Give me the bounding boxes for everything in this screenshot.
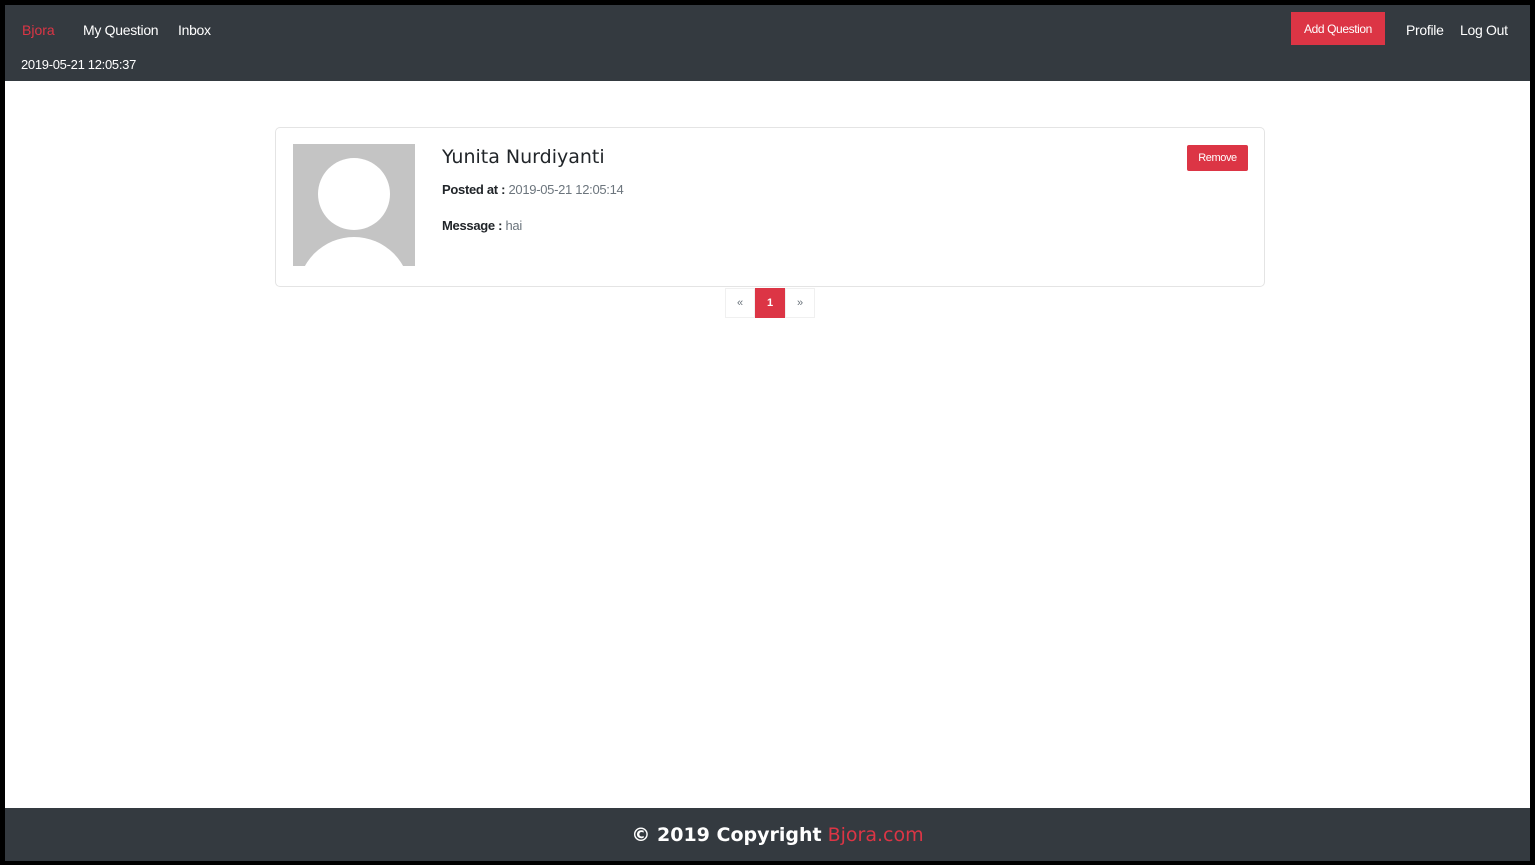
pagination: « 1 »: [725, 288, 815, 318]
avatar-head-shape: [318, 158, 390, 230]
nav-logout-link[interactable]: Log Out: [1460, 22, 1508, 38]
posted-at-value: 2019-05-21 12:05:14: [508, 182, 624, 197]
pagination-next[interactable]: »: [785, 288, 815, 318]
pagination-prev[interactable]: «: [725, 288, 755, 318]
avatar-body-shape: [298, 237, 410, 266]
message-value: hai: [505, 218, 522, 233]
brand-logo-link[interactable]: Bjora: [22, 22, 55, 38]
message-card: Yunita Nurdiyanti Posted at : 2019-05-21…: [275, 127, 1265, 287]
sender-name: Yunita Nurdiyanti: [442, 146, 605, 168]
posted-at-label: Posted at :: [442, 182, 506, 197]
nav-inbox-link[interactable]: Inbox: [178, 22, 211, 38]
footer-copyright: © 2019 Copyright: [631, 823, 822, 846]
current-datetime: 2019-05-21 12:05:37: [21, 57, 137, 72]
posted-at-row: Posted at : 2019-05-21 12:05:14: [442, 182, 624, 197]
remove-button[interactable]: Remove: [1187, 145, 1248, 171]
footer-site-link[interactable]: Bjora.com: [828, 824, 924, 846]
pagination-page-1[interactable]: 1: [755, 288, 785, 318]
browser-viewport: Bjora My Question Inbox 2019-05-21 12:05…: [5, 5, 1530, 861]
avatar: [293, 144, 415, 266]
footer: © 2019 Copyright Bjora.com: [5, 808, 1530, 861]
add-question-button[interactable]: Add Question: [1291, 12, 1385, 45]
message-row: Message : hai: [442, 218, 522, 233]
nav-profile-link[interactable]: Profile: [1406, 22, 1444, 38]
message-label: Message :: [442, 218, 503, 233]
top-navbar: Bjora My Question Inbox 2019-05-21 12:05…: [5, 5, 1530, 81]
nav-my-question-link[interactable]: My Question: [83, 22, 159, 38]
